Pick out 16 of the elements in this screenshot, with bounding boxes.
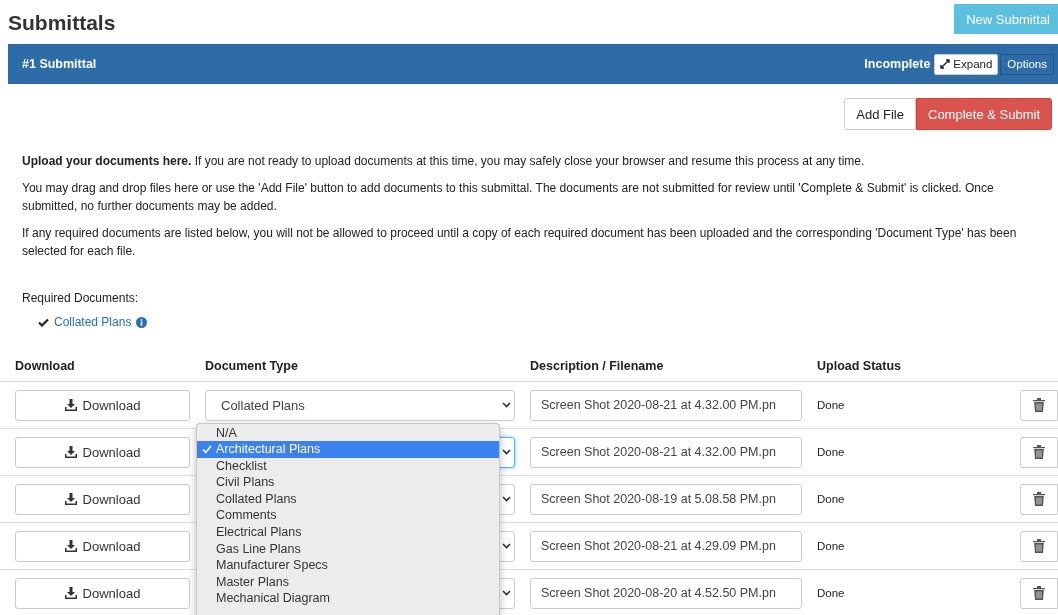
upload-status: Done [817, 540, 846, 552]
upload-status: Done [817, 446, 846, 458]
instruction-paragraph: Upload your documents here. If you are not ready to upload documents at this time, you may safely close your browser and resume this process at any time. [22, 153, 866, 170]
instruction-paragraph: You may drag and drop files here or use the 'Add File' button to add documents to this submittal. The documents are not submitted for review until 'Complete & Submit' is clicked. Once submitted, no further documents may be added. [22, 180, 995, 215]
status-label: Incomplete [864, 57, 931, 71]
upload-status: Done [817, 493, 846, 505]
upload-status: Done [817, 399, 846, 411]
upload-status: Done [817, 587, 846, 599]
column-header: Description / Filename [530, 359, 665, 373]
instruction-paragraph: If any required documents are listed below, you will not be allowed to proceed until a copy of each required document has been uploaded and the corresponding 'Document Type' has been selected for each file. [22, 225, 1018, 260]
panel-title: #1 Submittal [22, 57, 98, 71]
column-header: Document Type [205, 359, 299, 373]
page-title: Submittals [8, 11, 116, 35]
column-header: Download [15, 359, 76, 373]
column-header: Upload Status [817, 359, 903, 373]
required-documents-label: Required Documents: [22, 291, 140, 305]
